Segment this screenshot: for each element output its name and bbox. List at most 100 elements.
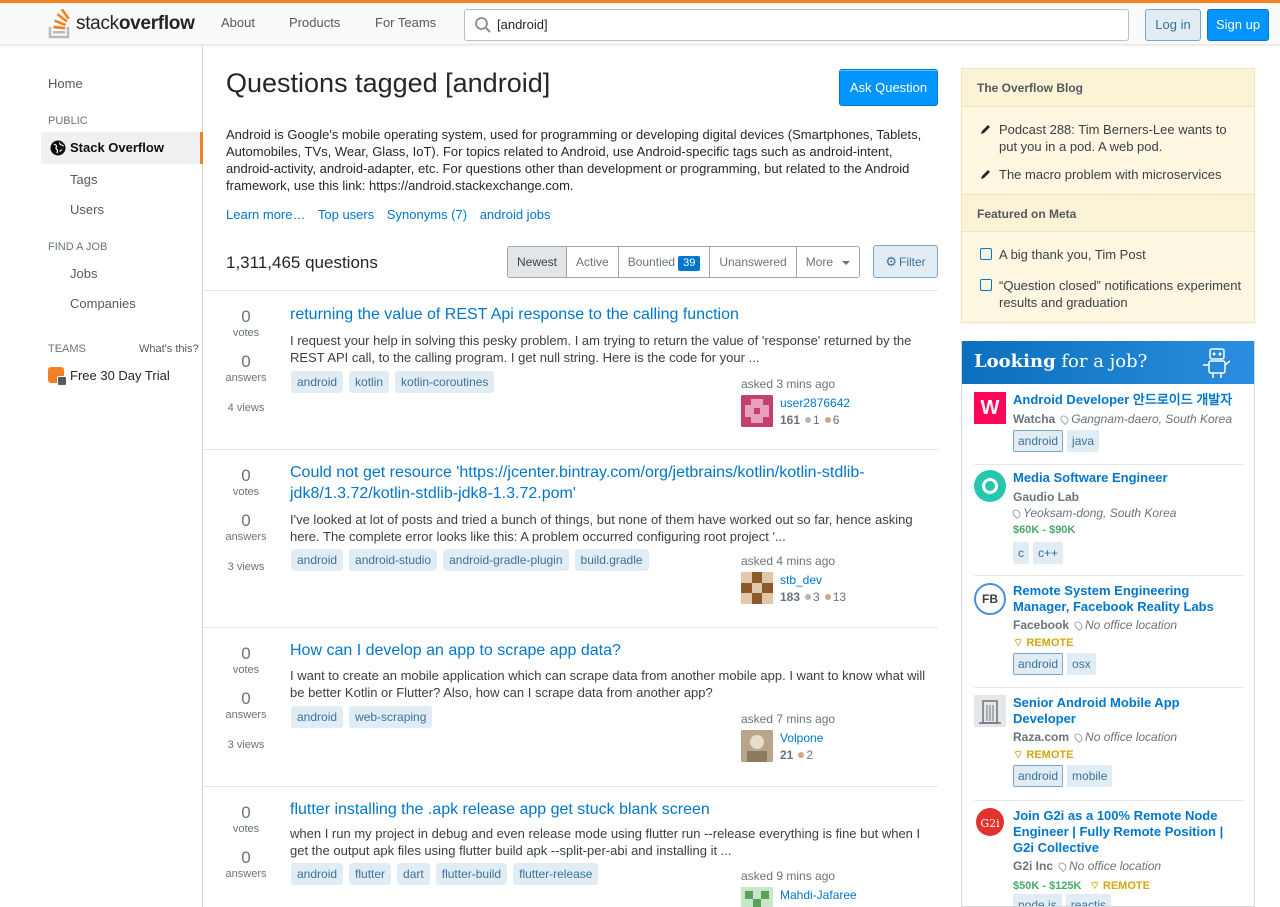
nav-about[interactable]: About — [221, 15, 255, 30]
search-input[interactable] — [497, 10, 1117, 40]
asked-time: asked 9 mins ago — [741, 869, 836, 883]
job-tag-nodejs[interactable]: node.js — [1013, 894, 1062, 906]
tag-kotlin[interactable]: kotlin — [349, 371, 390, 393]
question-title[interactable]: flutter installing the .apk release app … — [290, 799, 870, 820]
user-reputation: 21 2 — [780, 748, 813, 762]
tag-android[interactable]: android — [291, 549, 344, 571]
search-box[interactable] — [464, 9, 1129, 41]
user-name[interactable]: stb_dev — [780, 573, 822, 587]
tag-flutter-build[interactable]: flutter-build — [435, 863, 508, 885]
divider — [974, 800, 1244, 801]
avatar[interactable] — [741, 395, 773, 427]
asked-time: asked 4 mins ago — [741, 554, 836, 568]
tag-flutter[interactable]: flutter — [349, 863, 392, 885]
job-title[interactable]: Join G2i as a 100% Remote Node Engineer … — [1013, 808, 1243, 856]
tab-unanswered[interactable]: Unanswered — [710, 247, 797, 277]
tag-android-studio[interactable]: android-studio — [349, 549, 438, 571]
sidebar-item-free-trial[interactable]: Free 30 Day Trial — [70, 368, 170, 383]
job-tag-osx[interactable]: osx — [1067, 653, 1096, 675]
job-tag-java[interactable]: java — [1067, 430, 1100, 452]
left-sidebar: Home PUBLIC Stack Overflow Tags Users FI… — [0, 46, 203, 907]
nav-products[interactable]: Products — [289, 15, 340, 30]
tag-web-scraping[interactable]: web-scraping — [349, 706, 433, 728]
filter-button[interactable]: ⚙ Filter — [873, 245, 938, 278]
silver-badge-count: 1 — [813, 413, 820, 427]
sidebar-item-companies[interactable]: Companies — [70, 296, 136, 311]
question-excerpt: I've looked at lot of posts and tried a … — [290, 512, 913, 544]
stackoverflow-logo[interactable]: stackoverflow — [48, 8, 195, 40]
ask-question-button[interactable]: Ask Question — [839, 69, 938, 106]
job-tag-cpp[interactable]: c++ — [1033, 542, 1064, 564]
pencil-icon — [981, 170, 990, 179]
tab-bountied[interactable]: Bountied 39 — [618, 247, 711, 277]
bronze-badge-count: 2 — [806, 748, 814, 762]
signup-button[interactable]: Sign up — [1207, 9, 1269, 41]
tag-android[interactable]: android — [291, 371, 344, 393]
job-tags: android osx — [1013, 653, 1100, 675]
job-listing[interactable]: G2i Join G2i as a 100% Remote Node Engin… — [962, 808, 1254, 906]
answers-label: answers — [225, 709, 267, 721]
tag-dart[interactable]: dart — [397, 863, 430, 885]
wifi-icon: ⌔ — [1089, 880, 1103, 892]
question-title[interactable]: How can I develop an app to scrape app d… — [290, 640, 870, 661]
question-title[interactable]: returning the value of REST Api response… — [290, 304, 870, 325]
avatar[interactable] — [741, 887, 773, 907]
nav-for-teams[interactable]: For Teams — [375, 15, 436, 30]
meta-item[interactable]: A big thank you, Tim Post — [999, 246, 1244, 263]
answer-count: 0 — [241, 352, 251, 371]
job-tag-android[interactable]: android — [1013, 765, 1064, 787]
job-tag-android[interactable]: android — [1013, 430, 1064, 452]
location-pin-icon — [1072, 732, 1085, 744]
job-title[interactable]: Android Developer 안드로이드 개발자 — [1013, 392, 1243, 408]
question-title[interactable]: Could not get resource 'https://jcenter.… — [290, 462, 870, 504]
job-title[interactable]: Media Software Engineer — [1013, 470, 1243, 486]
learn-more-link[interactable]: Learn more… — [226, 207, 305, 222]
jobs-heading[interactable]: Looking for a job? — [962, 341, 1254, 384]
job-tag-android[interactable]: android — [1013, 653, 1064, 675]
job-listing[interactable]: W Android Developer 안드로이드 개발자 Watcha Gang… — [962, 392, 1254, 464]
user-name[interactable]: Volpone — [780, 731, 823, 745]
vote-count: 0 — [241, 466, 251, 485]
tag-build-gradle[interactable]: build.gradle — [574, 549, 649, 571]
job-tag-c[interactable]: c — [1013, 542, 1029, 564]
sidebar-item-jobs[interactable]: Jobs — [70, 266, 97, 281]
sidebar-item-users[interactable]: Users — [70, 202, 104, 217]
tab-more[interactable]: More — [796, 247, 860, 277]
tab-label: Bountied — [627, 255, 676, 269]
android-jobs-link[interactable]: android jobs — [480, 207, 551, 222]
job-tag-reactjs[interactable]: reactjs — [1065, 894, 1112, 906]
meta-item[interactable]: “Question closed” notifications experime… — [999, 277, 1244, 311]
whats-this-link[interactable]: What's this? — [139, 343, 199, 355]
divider — [974, 575, 1244, 576]
job-title[interactable]: Remote System Engineering Manager, Faceb… — [1013, 583, 1243, 615]
globe-icon — [50, 140, 66, 156]
job-location: Gangnam-daero, South Korea — [1059, 412, 1232, 426]
job-listing[interactable]: Media Software Engineer Gaudio Lab Yeoks… — [962, 470, 1254, 565]
job-company: Gaudio Lab — [1013, 490, 1079, 504]
tag-kotlin-coroutines[interactable]: kotlin-coroutines — [395, 371, 495, 393]
tag-flutter-release[interactable]: flutter-release — [513, 863, 599, 885]
tab-newest[interactable]: Newest — [508, 247, 568, 277]
job-title[interactable]: Senior Android Mobile App Developer — [1013, 695, 1243, 727]
sidebar-item-tags[interactable]: Tags — [70, 172, 97, 187]
user-name[interactable]: user2876642 — [780, 396, 850, 410]
question-owner: asked 7 mins ago Volpone 21 2 — [741, 712, 941, 762]
top-users-link[interactable]: Top users — [318, 207, 374, 222]
avatar[interactable] — [741, 572, 773, 604]
blog-item[interactable]: Podcast 288: Tim Berners-Lee wants to pu… — [999, 121, 1244, 155]
job-listing[interactable]: Senior Android Mobile App Developer Raza… — [962, 695, 1254, 791]
bounty-count-badge: 39 — [678, 256, 701, 271]
tab-active[interactable]: Active — [567, 247, 619, 277]
blog-item[interactable]: The macro problem with microservices — [999, 166, 1244, 183]
sidebar-item-home[interactable]: Home — [48, 76, 83, 91]
job-listing[interactable]: FB Remote System Engineering Manager, Fa… — [962, 583, 1254, 679]
tag-android[interactable]: android — [291, 706, 344, 728]
job-tag-mobile[interactable]: mobile — [1067, 765, 1113, 787]
avatar[interactable] — [741, 730, 773, 762]
tag-android-gradle-plugin[interactable]: android-gradle-plugin — [443, 549, 569, 571]
tag-android[interactable]: android — [291, 863, 344, 885]
synonyms-link[interactable]: Synonyms (7) — [387, 207, 467, 222]
user-name[interactable]: Mahdi-Jafaree — [780, 888, 857, 902]
login-button[interactable]: Log in — [1145, 9, 1201, 41]
sidebar-item-stack-overflow[interactable]: Stack Overflow — [41, 132, 203, 164]
